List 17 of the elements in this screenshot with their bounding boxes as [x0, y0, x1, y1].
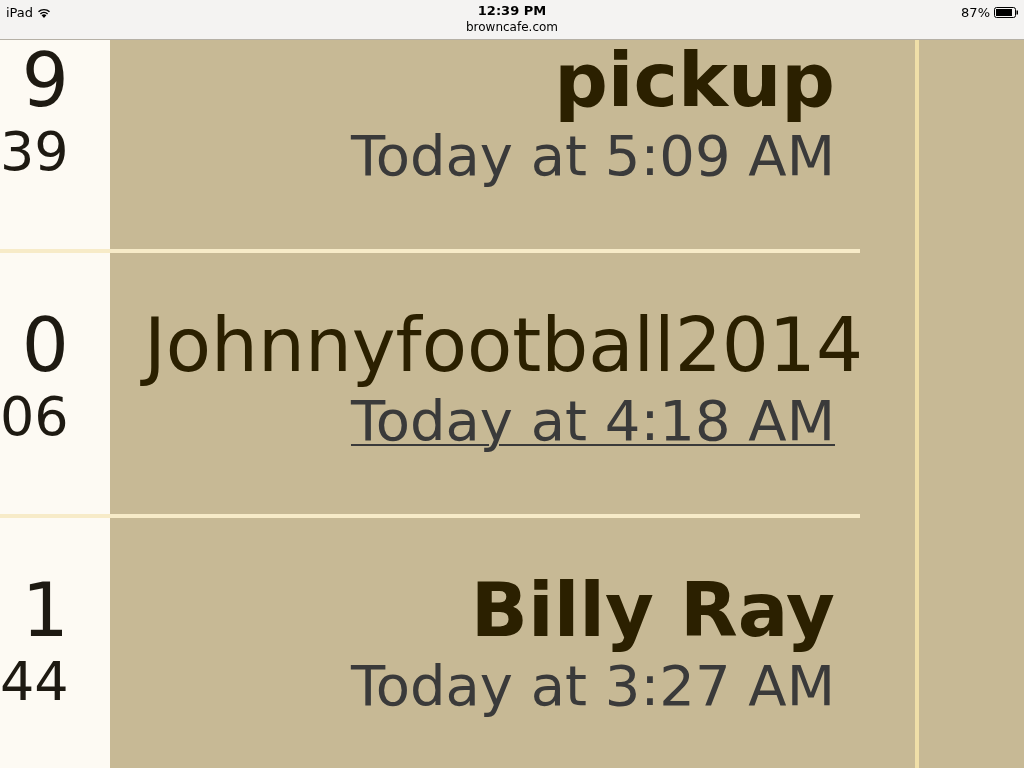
clock: 12:39 PM [477, 3, 547, 19]
device-name: iPad [6, 4, 34, 22]
reply-count: 1 [21, 570, 70, 650]
post-time-link[interactable]: Today at 5:09 AM [351, 124, 835, 188]
post-time-link[interactable]: Today at 4:18 AM [351, 389, 835, 453]
reply-count: 0 [21, 305, 70, 385]
url-field[interactable]: browncafe.com [465, 19, 559, 35]
thread-title[interactable]: Billy Ray [470, 570, 835, 650]
view-count: 44 [0, 650, 70, 714]
view-count: 06 [0, 385, 70, 449]
wifi-icon [37, 7, 52, 19]
reply-count: 9 [21, 40, 70, 120]
thread-title[interactable]: pickup [554, 40, 835, 120]
battery-percent: 87% [961, 4, 990, 22]
view-count: 39 [0, 120, 70, 184]
post-time-link[interactable]: Today at 3:27 AM [351, 654, 835, 718]
battery-icon [994, 7, 1018, 19]
